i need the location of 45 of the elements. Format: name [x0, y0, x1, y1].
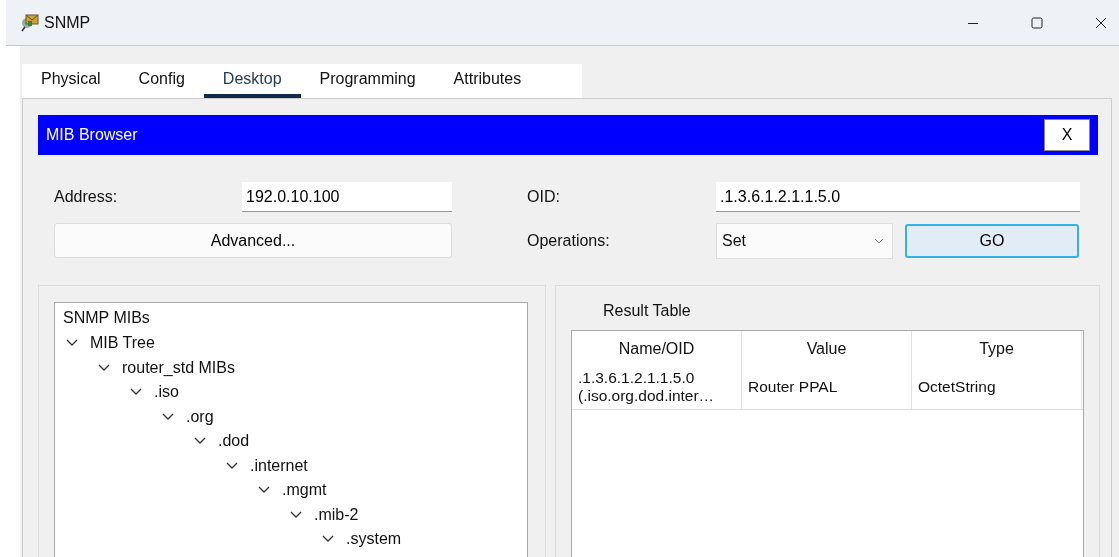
operations-dropdown[interactable]: Set: [716, 223, 893, 259]
tab[interactable]: Attributes: [434, 64, 541, 98]
tree-item[interactable]: .org: [186, 407, 214, 426]
result-title: Result Table: [602, 302, 692, 320]
tab[interactable]: Physical: [22, 64, 120, 98]
operations-label: Operations:: [527, 232, 611, 250]
tree-item[interactable]: .internet: [250, 456, 308, 475]
chevron-down-icon: [874, 238, 884, 244]
column-header: Value: [742, 331, 912, 365]
chevron-down-icon[interactable]: [290, 510, 302, 519]
tab[interactable]: Config: [119, 64, 204, 98]
tree-item[interactable]: .dod: [218, 432, 250, 451]
chevron-down-icon[interactable]: [258, 486, 270, 495]
chevron-down-icon[interactable]: [194, 437, 206, 446]
tree-item[interactable]: .mib-2: [314, 505, 359, 524]
column-header: Name/OID: [572, 331, 742, 365]
close-button[interactable]: X: [1044, 119, 1090, 151]
chevron-down-icon[interactable]: [322, 535, 334, 544]
tree-item[interactable]: router_std MIBs: [122, 358, 235, 377]
table-cell: .1.3.6.1.2.1.1.5.0 (.iso.org.dod.inter…: [572, 365, 742, 409]
tab[interactable]: Programming: [300, 64, 435, 98]
envelope-icon: [20, 12, 40, 33]
chevron-down-icon[interactable]: [66, 339, 78, 348]
table-cell: OctetString: [912, 365, 1082, 409]
app-title: MIB Browser: [46, 126, 138, 144]
chevron-down-icon[interactable]: [162, 412, 174, 421]
table-cell: Router PPAL: [742, 365, 912, 409]
tree-item[interactable]: .system: [346, 530, 402, 549]
tree-item[interactable]: .iso: [154, 383, 179, 402]
tree-item[interactable]: .mgmt: [282, 481, 327, 500]
window-title: SNMP: [44, 13, 91, 32]
chevron-down-icon[interactable]: [98, 363, 110, 372]
column-header: Type: [912, 331, 1082, 365]
maximize-icon[interactable]: [1031, 16, 1043, 29]
chevron-down-icon[interactable]: [130, 388, 142, 397]
go-button[interactable]: GO: [905, 224, 1079, 258]
chevron-down-icon[interactable]: [226, 461, 238, 470]
oid-field[interactable]: .1.3.6.1.2.1.1.5.0: [716, 182, 1080, 212]
address-field[interactable]: 192.0.10.100: [242, 182, 452, 212]
close-icon[interactable]: [1095, 16, 1107, 29]
tree-title: SNMP MIBs: [63, 309, 151, 327]
oid-label: OID:: [527, 188, 561, 206]
address-label: Address:: [54, 188, 119, 206]
tree-item[interactable]: MIB Tree: [90, 334, 155, 353]
advanced-button[interactable]: Advanced...: [54, 223, 452, 258]
